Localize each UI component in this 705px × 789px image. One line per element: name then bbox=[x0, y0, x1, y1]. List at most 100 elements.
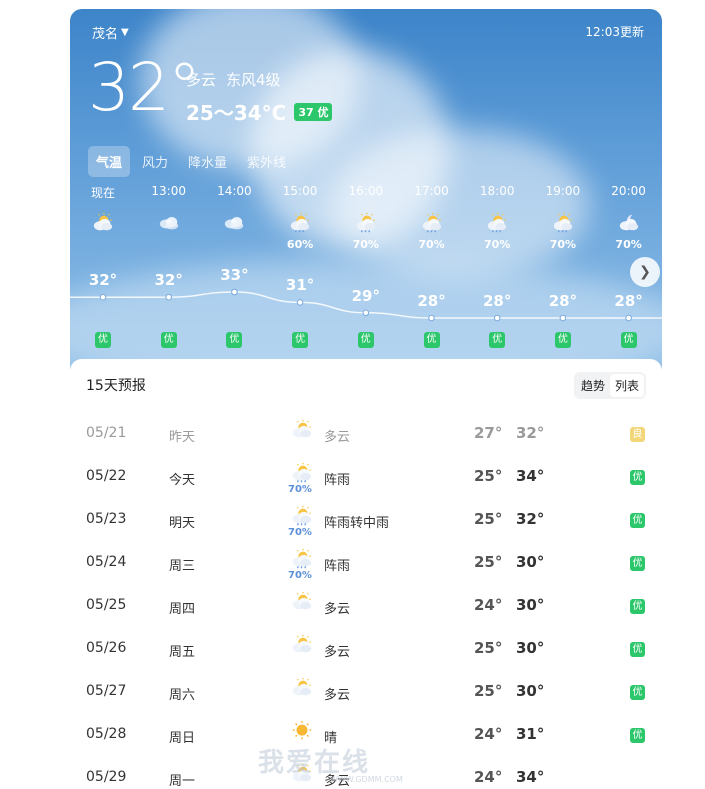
hour-precip: 60% bbox=[286, 238, 314, 251]
forecast-low: 24° bbox=[474, 725, 503, 743]
watermark-text: 我爱在线 bbox=[258, 748, 371, 778]
forecast-condition: 多云 bbox=[324, 430, 351, 445]
aqi-badge[interactable]: 37 优 bbox=[294, 102, 333, 121]
forecast-air-quality: 优 bbox=[630, 599, 645, 614]
view-toggle: 趋势 列表 bbox=[573, 372, 646, 399]
hour-air-quality: 优 bbox=[423, 332, 440, 348]
forecast-date: 05/21 bbox=[86, 425, 127, 441]
forecast-high: 31° bbox=[516, 725, 545, 743]
hour-air-quality: 优 bbox=[160, 332, 177, 348]
forecast-precip: 70% bbox=[288, 527, 312, 538]
current-temperature: 32° bbox=[88, 49, 201, 126]
current-weather-panel: 茂名 ▼ 12:03更新 32° 多云 东风4级 25～34°C 37 优 气温… bbox=[70, 9, 662, 369]
forecast-low: 25° bbox=[474, 682, 503, 700]
forecast-date: 05/24 bbox=[86, 554, 127, 570]
hour-precip: 70% bbox=[615, 238, 642, 251]
temp-point bbox=[296, 299, 304, 306]
toggle-trend[interactable]: 趋势 bbox=[576, 374, 610, 397]
hour-air-quality: 优 bbox=[292, 332, 309, 348]
hour-time: 19:00 bbox=[545, 184, 581, 198]
forecast-air-quality: 良 bbox=[630, 427, 645, 442]
current-condition: 多云 东风4级 bbox=[186, 69, 281, 90]
temp-point bbox=[165, 293, 172, 301]
hour-air-quality: 优 bbox=[357, 332, 374, 348]
hour-temp: 31° bbox=[285, 276, 315, 295]
forecast-low: 25° bbox=[474, 553, 503, 571]
temp-point bbox=[231, 288, 238, 296]
hour-temp: 28° bbox=[614, 292, 643, 310]
forecast-row[interactable]: 05/21 昨天 多云 27° 32° 良 bbox=[70, 419, 662, 464]
forecast-condition: 多云 bbox=[324, 688, 351, 703]
forecast-high: 34° bbox=[516, 768, 545, 786]
forecast-precip: 70% bbox=[288, 484, 312, 495]
forecast-air-quality: 优 bbox=[630, 556, 645, 571]
hour-air-quality: 优 bbox=[554, 332, 571, 348]
hour-temp: 33° bbox=[220, 266, 249, 284]
shower-icon bbox=[290, 548, 314, 570]
hour-precip: 70% bbox=[549, 238, 577, 251]
hour-precip: 70% bbox=[418, 238, 445, 251]
forecast-row[interactable]: 05/22 今天 70% 阵雨 25° 34° 优 bbox=[70, 462, 662, 507]
forecast-condition: 阵雨 bbox=[324, 559, 351, 574]
tab-uv[interactable]: 紫外线 bbox=[239, 146, 294, 177]
range-text: 25～34°C bbox=[186, 101, 287, 125]
forecast-high: 32° bbox=[516, 510, 545, 528]
hour-air-quality: 优 bbox=[620, 332, 637, 348]
forecast-row[interactable]: 05/24 周三 70% 阵雨 25° 30° 优 bbox=[70, 548, 662, 593]
metric-tabs: 气温 风力 降水量 紫外线 bbox=[88, 146, 294, 177]
hourly-forecast: 现在 32° 优 13:00 32° 优 14:00 33° 优 15:00 60% 31° 优 16:0… bbox=[70, 184, 662, 364]
forecast-row[interactable]: 05/23 明天 70% 阵雨转中雨 25° 32° 优 bbox=[70, 505, 662, 550]
forecast-panel: 15天预报 趋势 列表 05/21 昨天 多云 27° 32° 良 05/22 今天 70% 阵雨… bbox=[70, 359, 662, 789]
hour-air-quality: 优 bbox=[95, 332, 111, 348]
hour-time: 13:00 bbox=[151, 184, 186, 198]
forecast-row[interactable]: 05/27 周六 多云 25° 30° 优 bbox=[70, 677, 662, 722]
condition-text: 多云 bbox=[186, 71, 217, 89]
forecast-high: 34° bbox=[516, 467, 545, 485]
forecast-air-quality: 优 bbox=[630, 685, 645, 700]
forecast-date: 05/28 bbox=[86, 726, 127, 742]
forecast-high: 30° bbox=[516, 682, 545, 700]
forecast-date: 05/25 bbox=[86, 597, 127, 613]
forecast-day: 周一 bbox=[169, 774, 196, 789]
partly-cloudy-icon bbox=[290, 419, 314, 441]
shower-icon bbox=[420, 212, 444, 234]
shower-icon bbox=[290, 505, 314, 527]
forecast-date: 05/27 bbox=[86, 683, 127, 699]
chevron-right-icon: ❯ bbox=[639, 264, 651, 280]
update-time: 12:03更新 bbox=[585, 25, 644, 39]
location-selector[interactable]: 茂名 ▼ bbox=[92, 23, 129, 42]
hour-temp: 28° bbox=[483, 292, 512, 310]
forecast-air-quality: 优 bbox=[630, 728, 645, 743]
forecast-low: 24° bbox=[474, 768, 503, 786]
shower-icon bbox=[551, 212, 575, 234]
forecast-date: 05/23 bbox=[86, 511, 127, 527]
temp-point bbox=[99, 293, 107, 301]
chevron-down-icon: ▼ bbox=[121, 27, 129, 38]
hour-temp: 29° bbox=[351, 286, 380, 305]
forecast-condition: 多云 bbox=[324, 645, 351, 660]
shower-icon bbox=[485, 212, 509, 234]
scroll-right-button[interactable]: ❯ bbox=[630, 257, 660, 287]
forecast-row[interactable]: 05/25 周四 多云 24° 30° 优 bbox=[70, 591, 662, 636]
temperature-range: 25～34°C 37 优 bbox=[186, 97, 333, 126]
toggle-list[interactable]: 列表 bbox=[609, 374, 644, 397]
temp-point bbox=[493, 314, 501, 322]
hour-precip: 70% bbox=[352, 238, 379, 251]
tab-wind[interactable]: 风力 bbox=[134, 146, 176, 177]
forecast-high: 32° bbox=[516, 424, 545, 442]
forecast-day: 今天 bbox=[169, 473, 196, 488]
forecast-date: 05/29 bbox=[86, 769, 127, 785]
forecast-low: 25° bbox=[474, 467, 503, 485]
forecast-low: 24° bbox=[474, 596, 503, 614]
forecast-date: 05/26 bbox=[86, 640, 127, 656]
tab-precipitation[interactable]: 降水量 bbox=[180, 146, 235, 177]
forecast-day: 昨天 bbox=[169, 430, 196, 445]
forecast-day: 周日 bbox=[169, 731, 196, 746]
partly-cloudy-icon bbox=[290, 634, 314, 656]
hour-temp: 32° bbox=[154, 271, 183, 290]
forecast-high: 30° bbox=[516, 596, 545, 614]
forecast-air-quality: 优 bbox=[630, 642, 645, 657]
tab-temperature[interactable]: 气温 bbox=[88, 146, 131, 177]
forecast-day: 周五 bbox=[169, 645, 196, 660]
forecast-row[interactable]: 05/26 周五 多云 25° 30° 优 bbox=[70, 634, 662, 679]
